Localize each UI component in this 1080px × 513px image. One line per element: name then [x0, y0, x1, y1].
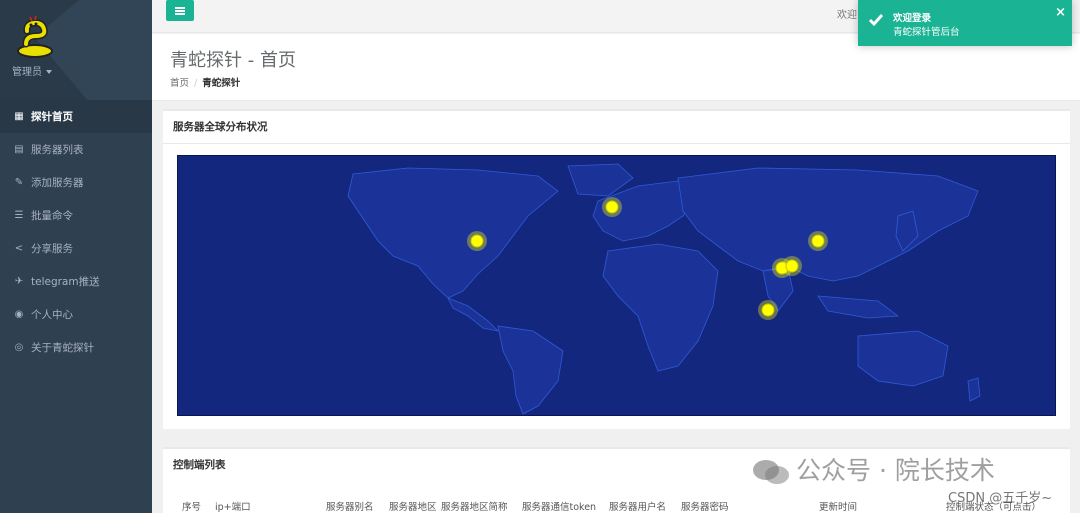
- sidebar-item-label: telegram推送: [31, 276, 100, 288]
- sidebar-header: 管理员: [0, 0, 152, 100]
- sidebar-item-1[interactable]: ▤ 服务器列表: [0, 133, 152, 166]
- south-america-shape: [497, 325, 564, 415]
- australia-shape: [857, 330, 949, 387]
- table-icon: ▤: [14, 144, 24, 155]
- map-panel-title: 服务器全球分布状况: [163, 111, 1070, 144]
- sidebar-item-4[interactable]: < 分享服务: [0, 232, 152, 265]
- sidebar-item-7[interactable]: ◎ 关于青蛇探针: [0, 331, 152, 364]
- csdn-watermark: CSDN @五千岁~: [948, 491, 1053, 506]
- list-icon: ☰: [14, 210, 24, 221]
- toast-message: 青蛇探针管后台: [893, 27, 960, 38]
- sidebar: 管理员 ▦ 探针首页 ▤ 服务器列表 ✎ 添加服务器 ☰ 批量命令 < 分享服务 ✈ telegram…: [0, 0, 152, 513]
- sidebar-item-label: 个人中心: [31, 309, 73, 321]
- asia-shape: [677, 167, 979, 282]
- sidebar-item-label: 添加服务器: [31, 177, 84, 189]
- eye-icon: ◎: [14, 342, 24, 353]
- africa-shape: [602, 243, 719, 372]
- check-icon: [868, 14, 884, 27]
- server-marker[interactable]: [811, 234, 825, 248]
- column-header: 服务器地区: [389, 502, 437, 513]
- server-marker[interactable]: [470, 234, 484, 248]
- server-marker[interactable]: [605, 200, 619, 214]
- hamburger-icon: [175, 6, 185, 15]
- central-america-shape: [447, 297, 500, 332]
- sidebar-item-label: 批量命令: [31, 210, 73, 222]
- breadcrumb-current: 青蛇探针: [202, 78, 241, 89]
- sidebar-nav: ▦ 探针首页 ▤ 服务器列表 ✎ 添加服务器 ☰ 批量命令 < 分享服务 ✈ telegram推送 ◉ 个…: [0, 100, 152, 364]
- column-header: ip+端口: [215, 502, 251, 513]
- user-circle-icon: ◉: [14, 309, 24, 320]
- grid-icon: ▦: [14, 111, 24, 122]
- wechat-icon: [753, 460, 789, 484]
- page-title: 青蛇探针 - 首页: [170, 50, 296, 71]
- sidebar-item-0[interactable]: ▦ 探针首页: [0, 100, 152, 133]
- column-header: 服务器用户名: [609, 502, 667, 513]
- login-toast: 欢迎登录 青蛇探针管后台 ×: [858, 0, 1072, 46]
- breadcrumb: 首页 / 青蛇探针: [170, 78, 241, 89]
- map-panel: 服务器全球分布状况: [163, 109, 1070, 429]
- sidebar-item-6[interactable]: ◉ 个人中心: [0, 298, 152, 331]
- user-label: 管理员: [12, 67, 42, 78]
- sidebar-item-label: 分享服务: [31, 243, 73, 255]
- world-map-svg: [347, 163, 981, 415]
- server-marker[interactable]: [761, 303, 775, 317]
- sidebar-item-3[interactable]: ☰ 批量命令: [0, 199, 152, 232]
- sidebar-item-label: 探针首页: [31, 111, 73, 123]
- watermark-text: 公众号 · 院长技术: [796, 456, 995, 485]
- table-header: 序号 ip+端口 服务器别名 服务器地区 服务器地区简称 服务器通信token 服务器用户名…: [163, 499, 1070, 513]
- new-zealand-shape: [967, 377, 981, 402]
- edit-icon: ✎: [14, 177, 24, 188]
- column-header: 服务器密码: [681, 502, 729, 513]
- welcome-text: 欢迎: [837, 10, 857, 21]
- menu-toggle-button[interactable]: [166, 0, 194, 21]
- paper-plane-icon: ✈: [14, 276, 24, 287]
- column-header: 服务器通信token: [522, 502, 597, 513]
- column-header: 服务器别名: [326, 502, 374, 513]
- sidebar-item-2[interactable]: ✎ 添加服务器: [0, 166, 152, 199]
- world-map[interactable]: [177, 155, 1056, 416]
- server-marker[interactable]: [785, 259, 799, 273]
- column-header: 服务器地区简称: [441, 502, 508, 513]
- user-menu[interactable]: 管理员: [12, 63, 52, 78]
- indonesia-shape: [817, 295, 900, 319]
- toast-title: 欢迎登录: [893, 13, 932, 24]
- sidebar-item-5[interactable]: ✈ telegram推送: [0, 265, 152, 298]
- watermark: 公众号 · 院长技术: [752, 451, 995, 487]
- share-icon: <: [14, 243, 24, 254]
- sidebar-item-label: 服务器列表: [31, 144, 84, 156]
- column-header: 更新时间: [819, 502, 858, 513]
- north-america-shape: [347, 167, 559, 299]
- snake-logo-icon: [17, 16, 53, 58]
- close-icon[interactable]: ×: [1055, 6, 1066, 19]
- sidebar-item-label: 关于青蛇探针: [31, 342, 94, 354]
- caret-down-icon: [46, 70, 52, 74]
- breadcrumb-home[interactable]: 首页: [170, 78, 189, 89]
- column-header: 序号: [182, 502, 202, 513]
